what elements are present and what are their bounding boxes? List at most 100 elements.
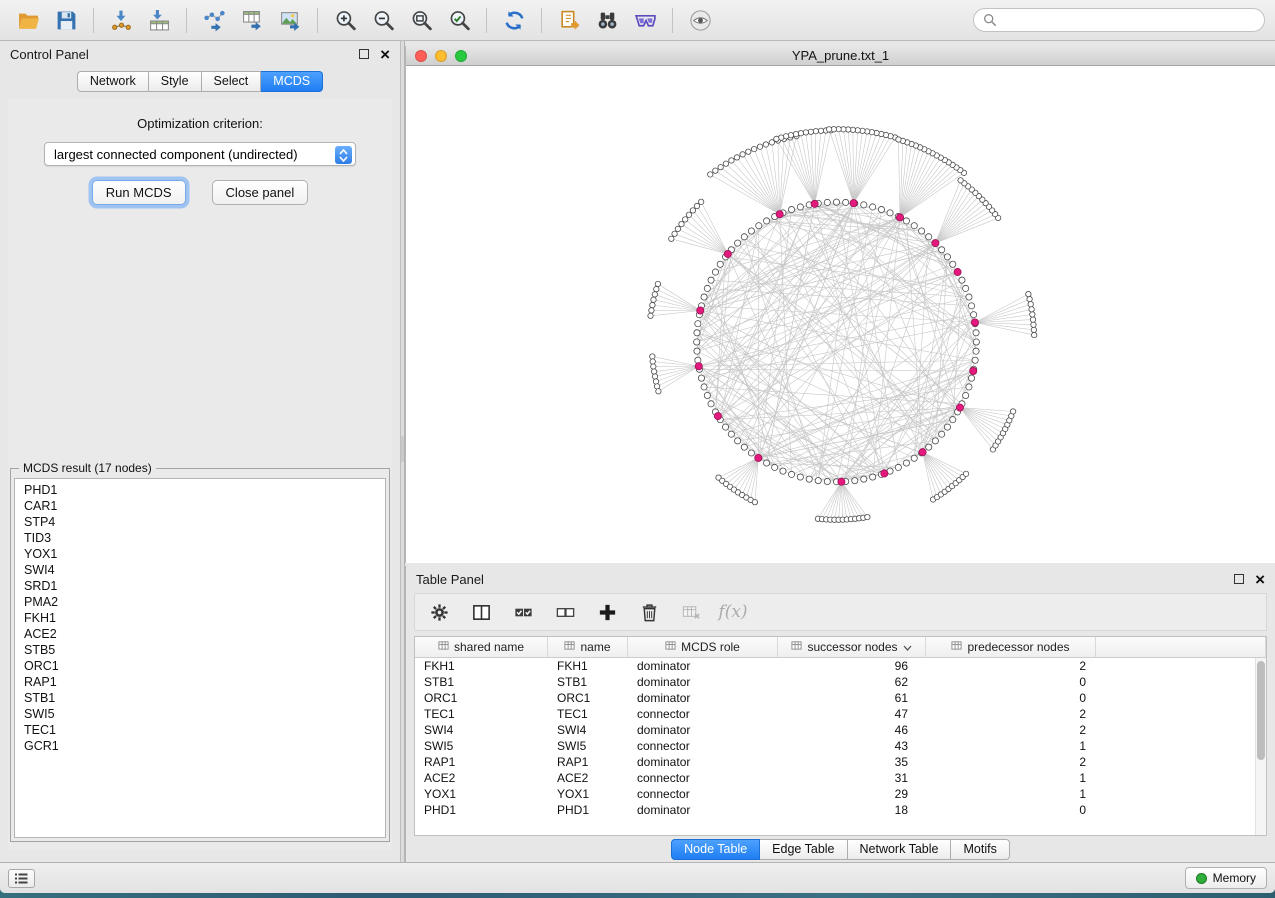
table-row[interactable]: ORC1ORC1dominator610 bbox=[415, 690, 1266, 706]
table-row[interactable]: ACE2ACE2connector311 bbox=[415, 770, 1266, 786]
result-item[interactable]: SWI5 bbox=[15, 706, 385, 722]
table-row[interactable]: STB1STB1dominator620 bbox=[415, 674, 1266, 690]
export-image-button[interactable] bbox=[272, 5, 308, 36]
column-header-MCDS-role[interactable]: MCDS role bbox=[628, 637, 778, 658]
import-network-button[interactable] bbox=[103, 5, 139, 36]
tab-mcds[interactable]: MCDS bbox=[261, 71, 323, 92]
tab-edge-table[interactable]: Edge Table bbox=[760, 839, 847, 860]
close-panel-button[interactable]: Close panel bbox=[212, 180, 309, 205]
filter-button[interactable] bbox=[627, 5, 663, 36]
duplicate-button[interactable] bbox=[551, 5, 587, 36]
table-scrollbar-thumb[interactable] bbox=[1257, 661, 1265, 760]
deselect-all-button[interactable] bbox=[549, 597, 581, 627]
column-header-shared-name[interactable]: shared name bbox=[415, 637, 548, 658]
table-row[interactable]: YOX1YOX1connector291 bbox=[415, 786, 1266, 802]
tab-network[interactable]: Network bbox=[77, 71, 149, 92]
table-options-icon bbox=[681, 602, 702, 623]
table-row[interactable]: PHD1PHD1dominator180 bbox=[415, 802, 1266, 818]
minimize-window-icon[interactable] bbox=[435, 50, 447, 62]
table-row[interactable]: FKH1FKH1dominator962 bbox=[415, 658, 1266, 674]
zoom-fit-button[interactable] bbox=[403, 5, 439, 36]
column-header-name[interactable]: name bbox=[548, 637, 628, 658]
delete-button[interactable] bbox=[633, 597, 665, 627]
result-item[interactable]: PHD1 bbox=[15, 482, 385, 498]
result-item[interactable]: TEC1 bbox=[15, 722, 385, 738]
column-header-label: shared name bbox=[454, 640, 524, 654]
tab-motifs[interactable]: Motifs bbox=[951, 839, 1009, 860]
float-table-panel-icon[interactable] bbox=[1234, 574, 1244, 584]
show-hide-button[interactable] bbox=[682, 5, 718, 36]
result-item[interactable]: STB5 bbox=[15, 642, 385, 658]
result-item[interactable]: SRD1 bbox=[15, 578, 385, 594]
result-item[interactable]: SWI4 bbox=[15, 562, 385, 578]
search-icon bbox=[983, 13, 997, 27]
table-grid-icon bbox=[564, 640, 575, 654]
tab-network-table[interactable]: Network Table bbox=[848, 839, 952, 860]
select-all-button[interactable] bbox=[507, 597, 539, 627]
result-item[interactable]: GCR1 bbox=[15, 738, 385, 754]
zoom-in-button[interactable] bbox=[327, 5, 363, 36]
result-item[interactable]: RAP1 bbox=[15, 674, 385, 690]
show-hide-icon bbox=[689, 9, 712, 32]
table-row[interactable]: SWI5SWI5connector431 bbox=[415, 738, 1266, 754]
network-window-titlebar[interactable]: YPA_prune.txt_1 bbox=[406, 46, 1275, 66]
search-network-button[interactable] bbox=[589, 5, 625, 36]
cell: 0 bbox=[926, 690, 1096, 706]
tab-select[interactable]: Select bbox=[202, 71, 262, 92]
mcds-result-list[interactable]: PHD1CAR1STP4TID3YOX1SWI4SRD1PMA2FKH1ACE2… bbox=[14, 478, 386, 838]
cell: YOX1 bbox=[548, 786, 628, 802]
table-scrollbar[interactable] bbox=[1255, 658, 1266, 835]
sort-chevron-icon[interactable] bbox=[903, 640, 912, 654]
cell: 0 bbox=[926, 674, 1096, 690]
export-network-button[interactable] bbox=[196, 5, 232, 36]
network-graph[interactable] bbox=[406, 66, 1275, 563]
result-item[interactable]: STP4 bbox=[15, 514, 385, 530]
table-row[interactable]: TEC1TEC1connector472 bbox=[415, 706, 1266, 722]
search-box[interactable] bbox=[973, 8, 1265, 32]
result-item[interactable]: FKH1 bbox=[15, 610, 385, 626]
add-button[interactable] bbox=[591, 597, 623, 627]
result-item[interactable]: TID3 bbox=[15, 530, 385, 546]
column-header-predecessor-nodes[interactable]: predecessor nodes bbox=[926, 637, 1096, 658]
open-button[interactable] bbox=[10, 5, 46, 36]
maximize-window-icon[interactable] bbox=[455, 50, 467, 62]
table-row[interactable]: SWI4SWI4dominator462 bbox=[415, 722, 1266, 738]
panel-splitter[interactable] bbox=[400, 41, 405, 862]
network-canvas[interactable] bbox=[406, 66, 1275, 563]
task-history-button[interactable] bbox=[8, 869, 35, 888]
refresh-button[interactable] bbox=[496, 5, 532, 36]
tab-style[interactable]: Style bbox=[149, 71, 202, 92]
result-item[interactable]: ORC1 bbox=[15, 658, 385, 674]
memory-button[interactable]: Memory bbox=[1185, 867, 1267, 889]
zoom-selected-button[interactable] bbox=[441, 5, 477, 36]
search-input[interactable] bbox=[1003, 12, 1255, 28]
zoom-selected-icon bbox=[448, 9, 471, 32]
result-item[interactable]: CAR1 bbox=[15, 498, 385, 514]
result-item[interactable]: STB1 bbox=[15, 690, 385, 706]
dropdown-stepper-icon[interactable] bbox=[335, 146, 352, 164]
float-panel-icon[interactable] bbox=[359, 49, 369, 59]
gear-button[interactable] bbox=[423, 597, 455, 627]
criterion-dropdown[interactable]: largest connected component (undirected) bbox=[44, 142, 356, 166]
splitter-handle[interactable] bbox=[401, 436, 404, 462]
run-mcds-button[interactable]: Run MCDS bbox=[92, 180, 186, 205]
import-table-button[interactable] bbox=[141, 5, 177, 36]
zoom-out-button[interactable] bbox=[365, 5, 401, 36]
toolbar-separator bbox=[541, 8, 542, 33]
control-panel-window-controls: × bbox=[359, 46, 390, 63]
table-row[interactable]: RAP1RAP1dominator352 bbox=[415, 754, 1266, 770]
result-item[interactable]: YOX1 bbox=[15, 546, 385, 562]
export-table-button[interactable] bbox=[234, 5, 270, 36]
result-item[interactable]: PMA2 bbox=[15, 594, 385, 610]
tab-node-table[interactable]: Node Table bbox=[671, 839, 760, 860]
close-window-icon[interactable] bbox=[415, 50, 427, 62]
result-item[interactable]: ACE2 bbox=[15, 626, 385, 642]
cell: 18 bbox=[778, 802, 926, 818]
cell: 35 bbox=[778, 754, 926, 770]
column-button[interactable] bbox=[465, 597, 497, 627]
save-button[interactable] bbox=[48, 5, 84, 36]
column-header-successor-nodes[interactable]: successor nodes bbox=[778, 637, 926, 658]
close-table-panel-icon[interactable]: × bbox=[1255, 571, 1265, 588]
cell: ACE2 bbox=[548, 770, 628, 786]
close-panel-icon[interactable]: × bbox=[380, 46, 390, 63]
